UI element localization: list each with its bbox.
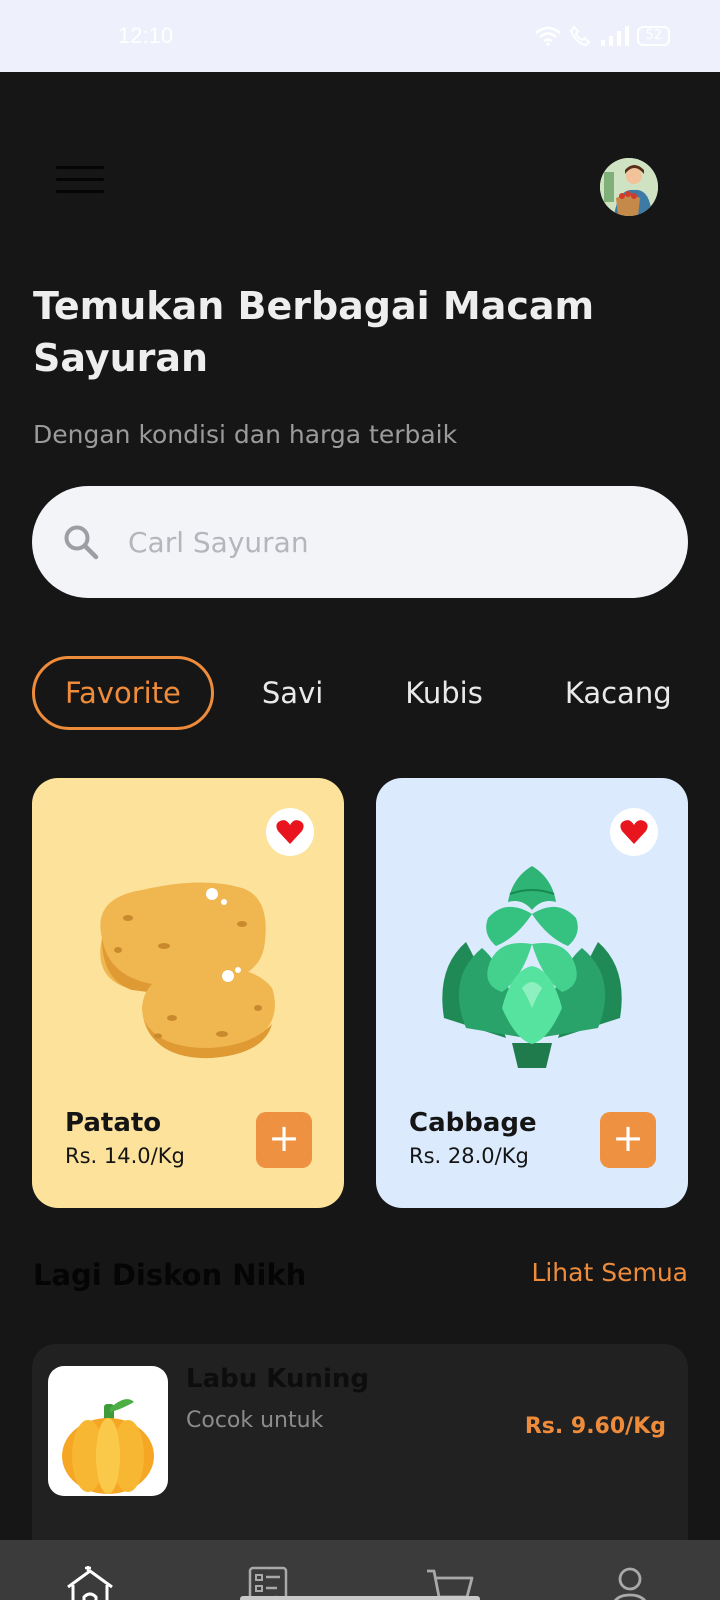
- product-name: Patato: [65, 1108, 162, 1138]
- search-icon: [64, 525, 99, 560]
- product-card[interactable]: Patato Rs. 14.0/Kg +: [32, 778, 344, 1208]
- tab-savi[interactable]: Savi: [262, 676, 323, 710]
- discount-item-desc: Cocok untuk: [186, 1408, 324, 1433]
- product-price: Rs. 28.0/Kg: [409, 1144, 529, 1168]
- favorite-button[interactable]: [266, 808, 314, 856]
- wifi-icon: [535, 26, 562, 46]
- orders-icon: [248, 1566, 288, 1600]
- potato-image: [100, 882, 275, 1059]
- see-all-link[interactable]: Lihat Semua: [531, 1258, 688, 1287]
- home-screen: Temukan Berbagai Macam Sayuran Dengan ko…: [0, 72, 720, 1600]
- discount-item-name: Labu Kuning: [186, 1364, 370, 1394]
- menu-button[interactable]: [56, 166, 104, 196]
- tab-favorite[interactable]: Favorite: [32, 656, 214, 730]
- product-name: Cabbage: [409, 1108, 537, 1138]
- add-to-cart-button[interactable]: +: [600, 1112, 656, 1168]
- section-title: Lagi Diskon Nikh: [33, 1258, 307, 1292]
- tab-kubis[interactable]: Kubis: [405, 676, 483, 710]
- avatar[interactable]: [600, 158, 658, 216]
- add-to-cart-button[interactable]: +: [256, 1112, 312, 1168]
- discount-item-price: Rs. 9.60/Kg: [524, 1414, 666, 1439]
- home-icon: [67, 1566, 113, 1600]
- nav-profile[interactable]: [585, 1555, 675, 1600]
- nav-home[interactable]: [45, 1555, 135, 1600]
- search-input[interactable]: [128, 525, 608, 559]
- call-icon: [570, 25, 591, 47]
- page-subtitle: Dengan kondisi dan harga terbaik: [33, 420, 458, 449]
- nav-orders[interactable]: [225, 1555, 315, 1600]
- status-time: 12:10: [118, 23, 174, 48]
- gesture-bar: [240, 1596, 480, 1600]
- favorite-button[interactable]: [610, 808, 658, 856]
- search-bar[interactable]: [32, 486, 688, 598]
- product-card[interactable]: Cabbage Rs. 28.0/Kg +: [376, 778, 688, 1208]
- heart-icon: [276, 820, 304, 844]
- tab-kacang[interactable]: Kacang: [565, 676, 672, 710]
- heart-icon: [620, 820, 648, 844]
- product-price: Rs. 14.0/Kg: [65, 1144, 185, 1168]
- bottom-nav: [0, 1540, 720, 1600]
- status-bar: 12:10 52: [0, 0, 720, 72]
- profile-icon: [614, 1567, 646, 1600]
- discount-item[interactable]: Labu Kuning Cocok untuk Rs. 9.60/Kg: [32, 1344, 688, 1564]
- battery-indicator: 52: [637, 26, 670, 46]
- pumpkin-thumbnail: [48, 1366, 168, 1496]
- page-title: Temukan Berbagai Macam Sayuran: [33, 284, 595, 380]
- cabbage-image: [442, 866, 622, 1068]
- status-icons: 52: [535, 25, 670, 47]
- category-tabs: Favorite Savi Kubis Kacang: [32, 656, 720, 730]
- nav-cart[interactable]: [405, 1555, 495, 1600]
- signal-icon: [601, 26, 630, 46]
